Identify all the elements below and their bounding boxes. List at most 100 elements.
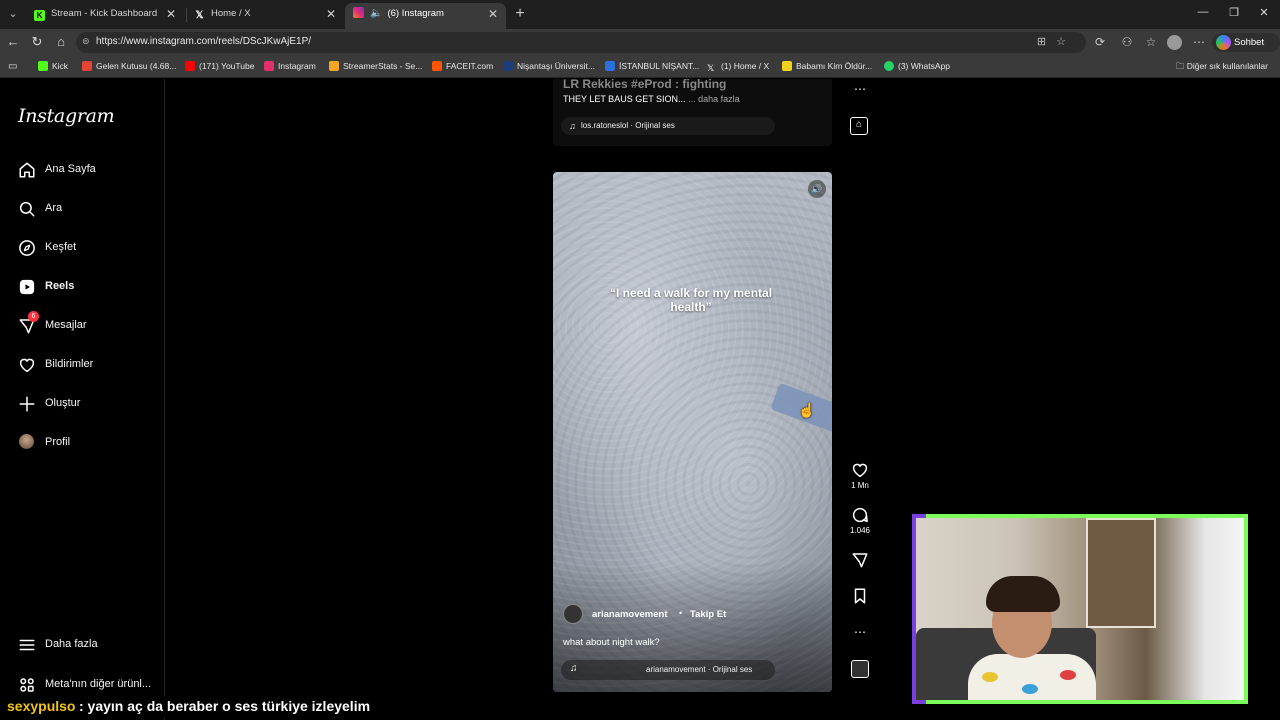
sidebar-item-explore[interactable]: Keşfet (18, 237, 158, 261)
browser-profile-avatar[interactable] (1167, 35, 1182, 50)
save-action[interactable] (848, 587, 872, 605)
tab-list-chevron-icon[interactable]: ⌄ (4, 5, 22, 23)
maximize-icon[interactable]: ❐ (1227, 6, 1241, 19)
stream-chat-message: sexypulso : yayın aç da beraber o ses tü… (0, 696, 640, 718)
home-icon (19, 162, 35, 178)
bookmark-youtube[interactable]: (171) YouTube (185, 61, 254, 71)
previous-reel[interactable]: LR Rekkies #eProd : fighting THEY LET BA… (553, 79, 832, 146)
music-note-icon: ♫ (569, 121, 576, 131)
instagram-logo[interactable]: Instagram (18, 105, 115, 127)
instagram-icon (264, 61, 274, 71)
sidebar-item-notifications[interactable]: Bildirimler (18, 354, 158, 378)
tab-x-home[interactable]: 𝕏 Home / X ✕ (186, 3, 344, 29)
audio-thumbnail-icon[interactable] (851, 660, 869, 678)
minimize-icon[interactable]: — (1196, 6, 1210, 18)
reel-username[interactable]: arianamovement (592, 609, 668, 620)
audio-thumbnail[interactable] (848, 660, 872, 678)
more-options-icon[interactable]: ⋯ (1191, 34, 1207, 50)
shelf (1086, 518, 1156, 628)
copilot-icon (1216, 35, 1231, 50)
share-icon[interactable] (848, 551, 872, 569)
reel-audio[interactable]: ♫ arianamovement · Orijinal ses (561, 660, 775, 680)
sidebar-meta-products[interactable]: Meta'nın diğer ürünl... (18, 674, 158, 698)
instagram-icon (353, 7, 364, 18)
site-info-icon[interactable]: ⊜ (82, 36, 92, 48)
sidebar-item-reels[interactable]: Reels (18, 276, 158, 300)
reel-video[interactable]: 🔊 “I need a walk for my mental health” ☝… (553, 172, 832, 692)
streamer-shirt (968, 654, 1096, 700)
bookmark-faceit[interactable]: FACEIT.com (432, 61, 493, 71)
like-action[interactable]: 1 Mn (848, 461, 872, 490)
more-options-icon[interactable]: ⋯ (848, 623, 872, 641)
extensions-icon[interactable]: ⟳ (1092, 34, 1108, 50)
more-options-icon[interactable]: ⋯ (850, 82, 870, 96)
sidebar-more-button[interactable]: Daha fazla (18, 634, 158, 658)
favorites-icon[interactable]: ☆ (1143, 34, 1159, 50)
bookmark-gmail[interactable]: Gelen Kutusu (4.68... (82, 61, 176, 71)
message-count-badge: 6 (28, 311, 39, 322)
copilot-chat-button[interactable]: Sohbet et (1212, 33, 1280, 67)
audio-remix-icon[interactable]: ⌂ (850, 117, 868, 135)
home-icon[interactable]: ⌂ (53, 34, 69, 50)
tv-icon (782, 61, 792, 71)
address-bar-row: ← ↻ ⌂ ⊜ https://www.instagram.com/reels/… (0, 29, 1280, 67)
kick-icon (38, 61, 48, 71)
kick-icon: K (34, 10, 45, 21)
sidebar-item-profile[interactable]: Profil (18, 432, 158, 456)
close-tab-icon[interactable]: ✕ (488, 3, 498, 25)
bookmark-icon[interactable] (848, 587, 872, 605)
heart-icon[interactable] (848, 461, 872, 479)
university-icon (503, 61, 513, 71)
close-window-icon[interactable]: ✕ (1257, 6, 1271, 19)
bookmark-whatsapp[interactable]: (3) WhatsApp (884, 61, 950, 71)
bookmark-babami-kim-oldurdu[interactable]: Babamı Kim Öldür... (782, 61, 872, 71)
sidebar-item-home[interactable]: Ana Sayfa (18, 159, 158, 183)
sidebar-item-messages[interactable]: 6 Mesajlar (18, 311, 158, 339)
bookmark-istanbul-nisantasi[interactable]: İSTANBUL NİŞANT... (605, 61, 699, 71)
share-action[interactable] (848, 551, 872, 569)
whatsapp-icon (884, 61, 894, 71)
x-icon: 𝕏 (707, 63, 715, 73)
other-favorites-folder[interactable]: 🗀 Diğer sık kullanılanlar (1176, 61, 1268, 75)
more-link[interactable]: ... daha fazla (688, 94, 740, 104)
bookmark-instagram[interactable]: Instagram (264, 61, 316, 71)
url-action-icons[interactable]: ⊞☆ (1037, 35, 1076, 48)
chat-text: : yayın aç da beraber o ses türkiye izle… (79, 698, 371, 714)
close-tab-icon[interactable]: ✕ (326, 3, 336, 25)
reel-overlay-text: “I need a walk for my mental health” (609, 286, 773, 314)
gmail-icon (82, 61, 92, 71)
reload-icon[interactable]: ↻ (29, 34, 45, 50)
music-note-icon: ♫ (570, 663, 578, 674)
new-tab-button[interactable]: + (512, 5, 528, 23)
bookmark-streamerstats[interactable]: StreamerStats - Se... (329, 61, 422, 71)
speaker-icon[interactable]: 🔈 (370, 8, 382, 19)
reading-list-icon[interactable]: ▭ (8, 61, 17, 72)
close-tab-icon[interactable]: ✕ (166, 3, 176, 25)
tab-instagram[interactable]: 🔈 (6) Instagram ✕ (345, 3, 506, 29)
heart-icon (19, 358, 35, 373)
bookmark-nisantasi[interactable]: Nişantaşı Üniversit... (503, 61, 595, 71)
follow-button[interactable]: Takip Et (690, 609, 726, 620)
comment-action[interactable]: 1.046 (848, 506, 872, 535)
plus-icon (19, 396, 35, 412)
tab-kick-dashboard[interactable]: K Stream - Kick Dashboard ✕ (26, 3, 184, 29)
url-input[interactable]: ⊜ https://www.instagram.com/reels/DScJKw… (76, 32, 1086, 53)
sidebar-item-create[interactable]: Oluştur (18, 393, 158, 417)
sidebar-item-search[interactable]: Ara (18, 198, 158, 222)
webcam-feed (916, 518, 1244, 700)
bookmark-x-home[interactable]: 𝕏 (1) Home / X (707, 61, 769, 73)
bookmark-kick[interactable]: Kick (38, 61, 68, 71)
comment-icon[interactable] (848, 506, 872, 524)
instagram-sidebar: Instagram Ana Sayfa Ara Keşfet Reels 6 M… (0, 79, 165, 720)
split-screen-icon[interactable]: ⚇ (1119, 34, 1135, 50)
sound-toggle-icon[interactable]: 🔊 (808, 180, 826, 198)
back-icon[interactable]: ← (5, 34, 21, 50)
more-action[interactable]: ⋯ (848, 623, 872, 641)
university-icon (605, 61, 615, 71)
hamburger-menu-icon (19, 639, 35, 651)
avatar[interactable] (563, 604, 583, 624)
reel-caption: what about night walk? (563, 637, 660, 648)
previous-reel-audio[interactable]: ♫ los.ratoneslol · Orijinal ses (561, 117, 775, 135)
folder-icon: 🗀 (1175, 61, 1187, 71)
bookmarks-bar: ▭ Kick Gelen Kutusu (4.68... (171) YouTu… (0, 56, 1280, 78)
